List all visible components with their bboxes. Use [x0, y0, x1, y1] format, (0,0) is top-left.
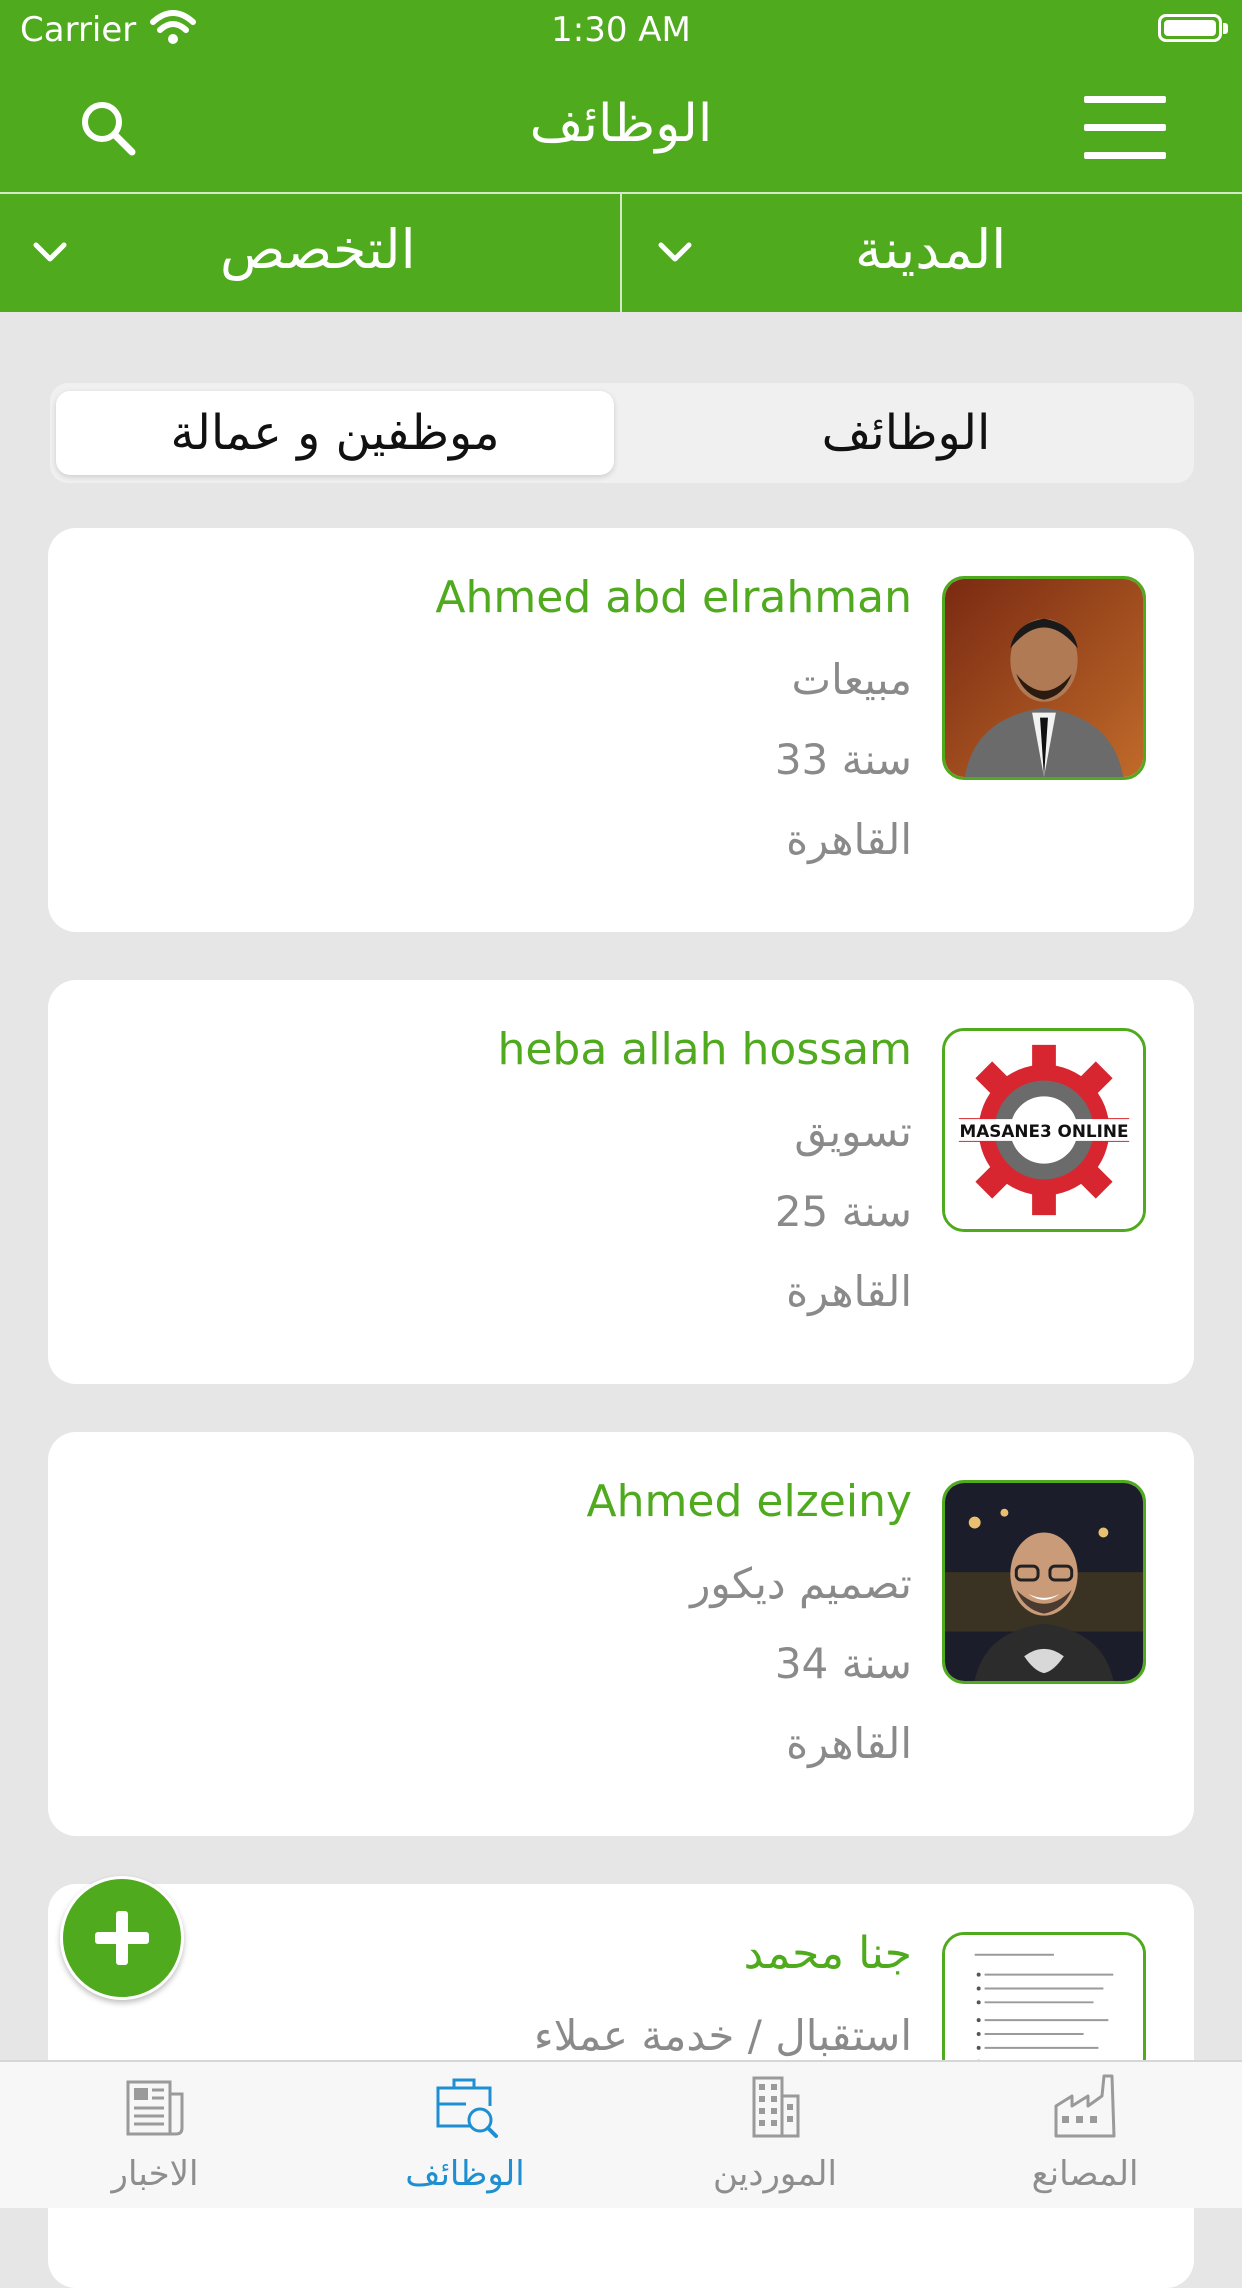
status-bar: Carrier 1:30 AM	[0, 0, 1242, 62]
segment-workers[interactable]: موظفين و عمالة	[56, 391, 614, 475]
worker-field: مبيعات	[791, 655, 912, 704]
chevron-down-icon	[658, 242, 692, 262]
filter-bar: التخصص المدينة	[0, 192, 1242, 312]
tab-label: الوظائف	[405, 2154, 525, 2194]
worker-card[interactable]: Ahmed abd elrahman مبيعات 33 سنة القاهرة	[48, 528, 1194, 932]
clock: 1:30 AM	[551, 10, 691, 50]
page-title: الوظائف	[529, 94, 713, 154]
add-button[interactable]	[60, 1876, 184, 2000]
hamburger-menu-icon[interactable]	[1084, 96, 1166, 159]
bottom-tab-bar: الاخبار الوظائف الموردين المصانع	[0, 2060, 1242, 2208]
city-filter-dropdown[interactable]: المدينة	[621, 194, 1241, 312]
battery-icon	[1158, 14, 1228, 42]
tab-jobs[interactable]: الوظائف	[310, 2062, 620, 2208]
worker-name: heba allah hossam	[497, 1024, 912, 1075]
tab-factories[interactable]: المصانع	[930, 2062, 1240, 2208]
worker-age: 34 سنة	[774, 1639, 912, 1688]
building-icon	[752, 2076, 800, 2138]
city-filter-label: المدينة	[855, 218, 1007, 281]
worker-city: القاهرة	[786, 1719, 912, 1768]
tab-suppliers[interactable]: الموردين	[620, 2062, 930, 2208]
worker-info: Ahmed abd elrahman مبيعات 33 سنة القاهرة	[435, 572, 912, 892]
logo-text: MASANE3 ONLINE	[959, 1121, 1128, 1141]
worker-age: 25 سنة	[774, 1187, 912, 1236]
profile-photo	[942, 576, 1146, 780]
tab-label: الاخبار	[111, 2154, 199, 2194]
segmented-control: موظفين و عمالة الوظائف	[50, 383, 1194, 483]
worker-name: Ahmed elzeiny	[586, 1476, 912, 1527]
worker-name: Ahmed abd elrahman	[435, 572, 912, 623]
segment-jobs[interactable]: الوظائف	[624, 391, 1188, 475]
worker-field: تصميم ديكور	[690, 1559, 912, 1608]
specialty-filter-label: التخصص	[220, 218, 416, 281]
profile-photo	[942, 1480, 1146, 1684]
worker-name: جنا محمد	[743, 1928, 912, 1979]
worker-city: القاهرة	[786, 815, 912, 864]
worker-info: heba allah hossam تسويق 25 سنة القاهرة	[497, 1024, 912, 1344]
specialty-filter-dropdown[interactable]: التخصص	[0, 194, 622, 312]
worker-card[interactable]: Ahmed elzeiny تصميم ديكور 34 سنة القاهرة	[48, 1432, 1194, 1836]
navigation-bar: الوظائف	[0, 62, 1242, 192]
tab-label: الموردين	[713, 2154, 837, 2194]
worker-field: تسويق	[794, 1107, 912, 1156]
masane3-online-logo: MASANE3 ONLINE	[942, 1028, 1146, 1232]
briefcase-search-icon	[436, 2078, 498, 2138]
tab-news[interactable]: الاخبار	[0, 2062, 310, 2208]
worker-info: Ahmed elzeiny تصميم ديكور 34 سنة القاهرة	[587, 1476, 912, 1796]
newspaper-icon	[126, 2080, 184, 2136]
worker-age: 33 سنة	[774, 735, 912, 784]
factory-icon	[1054, 2074, 1116, 2138]
worker-card[interactable]: MASANE3 ONLINE heba allah hossam تسويق 2…	[48, 980, 1194, 1384]
tab-label: المصانع	[1031, 2154, 1139, 2194]
chevron-down-icon	[33, 242, 67, 262]
worker-city: القاهرة	[786, 1267, 912, 1316]
